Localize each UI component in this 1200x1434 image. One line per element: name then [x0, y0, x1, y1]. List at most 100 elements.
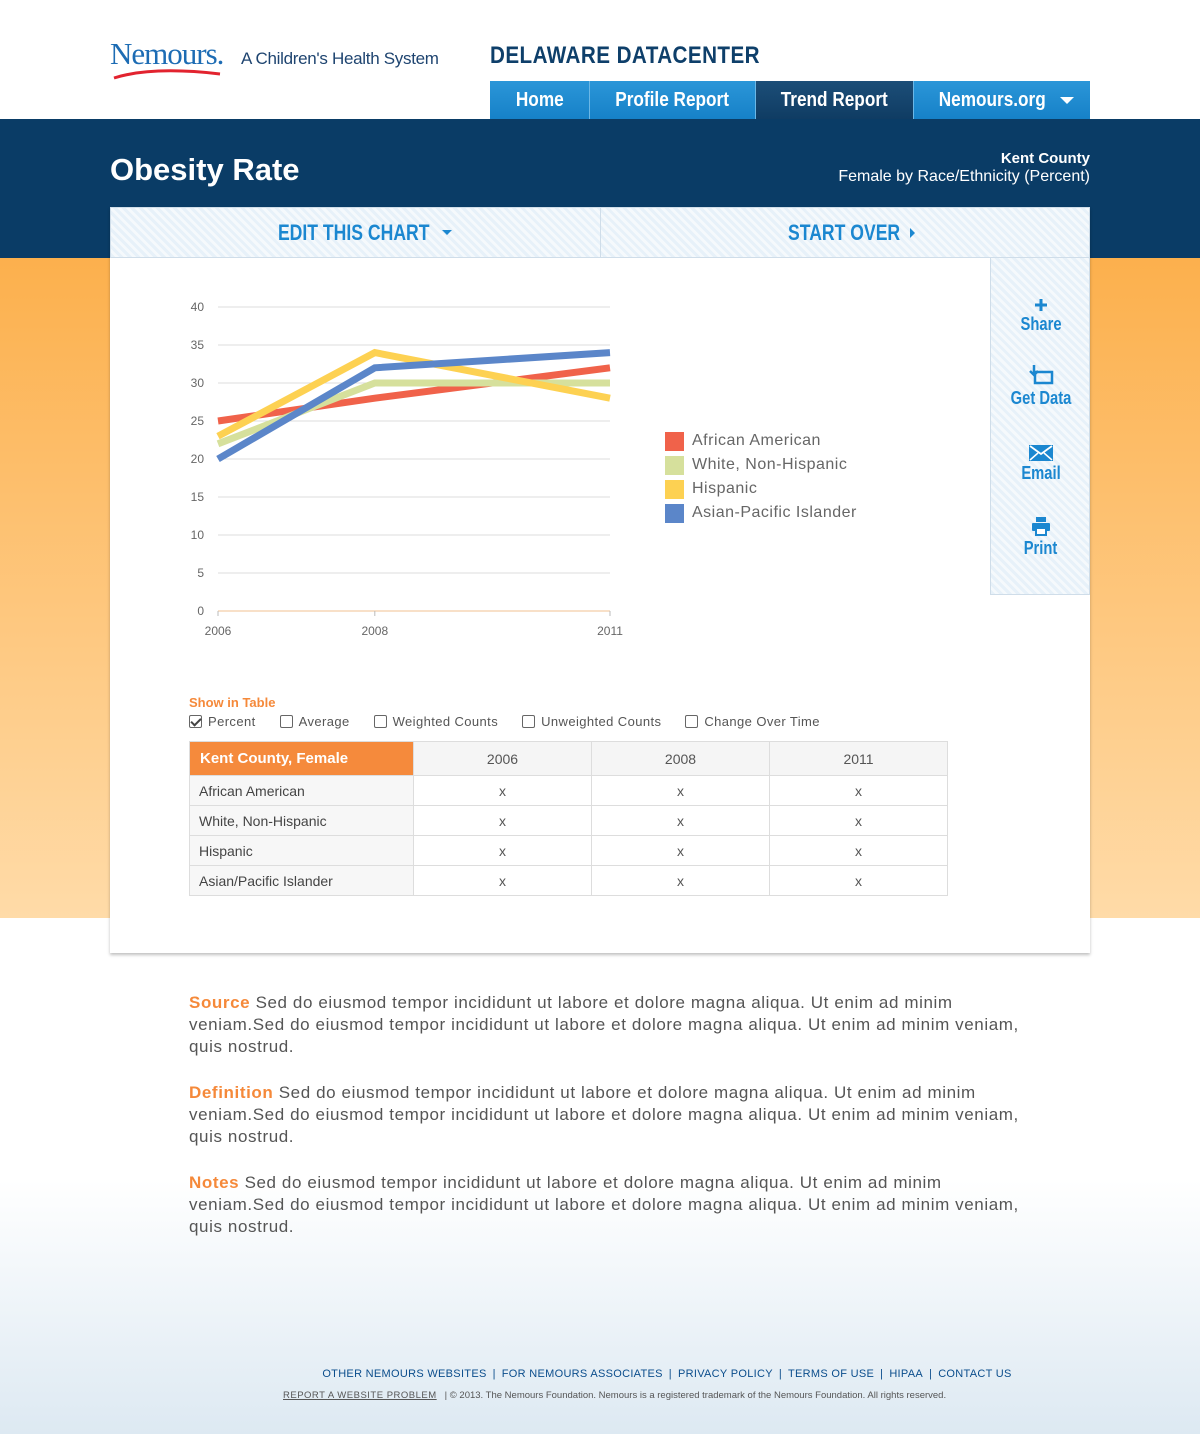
- x-tick-label: 2008: [361, 624, 388, 638]
- table-option-checkbox[interactable]: Percent: [189, 714, 256, 729]
- checkbox-box[interactable]: [189, 715, 202, 728]
- table-cell: x: [769, 865, 948, 896]
- legend-item: African American: [665, 429, 857, 453]
- table-option-checkbox[interactable]: Change Over Time: [685, 714, 820, 729]
- legend-swatch: [665, 503, 684, 523]
- envelope-icon: [1029, 445, 1053, 461]
- legend-label: Asian-Pacific Islander: [692, 504, 857, 521]
- nav-home[interactable]: Home: [490, 81, 590, 119]
- nav-profile-report-label: Profile Report: [615, 88, 730, 111]
- table-cell: x: [591, 865, 770, 896]
- notes-key: Notes: [189, 1173, 240, 1192]
- y-tick-label: 0: [197, 604, 204, 618]
- nav-trend-report-label: Trend Report: [780, 88, 889, 111]
- email-button[interactable]: Email: [991, 445, 1091, 484]
- footer-link-contact[interactable]: CONTACT US: [938, 1368, 1012, 1380]
- table-option-checkbox[interactable]: Unweighted Counts: [522, 714, 661, 729]
- y-tick-label: 30: [191, 376, 205, 390]
- copyright-text: | © 2013. The Nemours Foundation. Nemour…: [444, 1390, 947, 1401]
- table-cell: x: [769, 835, 948, 866]
- site-title: DELAWARE DATACENTER: [490, 42, 760, 69]
- chevron-down-icon: [1060, 96, 1075, 104]
- main-nav: Home Profile Report Trend Report Nemours…: [490, 81, 1090, 119]
- nav-nemours-org-label: Nemours.org: [938, 88, 1046, 111]
- table-cell: x: [413, 835, 592, 866]
- report-problem-link[interactable]: REPORT A WEBSITE PROBLEM: [283, 1390, 437, 1401]
- table-cell: x: [413, 775, 592, 806]
- show-in-table-label: Show in Table: [189, 695, 276, 710]
- notes-section: Source Sed do eiusmod tempor incididunt …: [189, 992, 1029, 1262]
- y-tick-label: 10: [191, 528, 205, 542]
- notes-text: Sed do eiusmod tempor incididunt ut labo…: [189, 1173, 1019, 1236]
- column-header: 2011: [769, 741, 948, 776]
- footer-link-associates[interactable]: FOR NEMOURS ASSOCIATES: [502, 1368, 663, 1380]
- checkbox-label: Change Over Time: [704, 714, 820, 729]
- checkbox-box[interactable]: [522, 715, 536, 728]
- page-title: Obesity Rate: [110, 152, 300, 187]
- footer-copyright: REPORT A WEBSITE PROBLEM | © 2013. The Ne…: [283, 1390, 946, 1401]
- checkbox-box[interactable]: [685, 715, 699, 728]
- footer-link-hipaa[interactable]: HIPAA: [889, 1368, 923, 1380]
- table-row: White, Non-Hispanic x x x: [189, 805, 948, 836]
- legend-swatch: [665, 479, 684, 499]
- edit-chart-button[interactable]: EDIT THIS CHART: [111, 208, 600, 257]
- start-over-button[interactable]: START OVER: [599, 208, 1090, 257]
- checkbox-label: Weighted Counts: [392, 714, 499, 729]
- y-tick-label: 5: [197, 566, 204, 580]
- checkbox-label: Percent: [208, 714, 256, 729]
- nemours-logo[interactable]: Nemours. A Children's Health System: [110, 38, 439, 82]
- email-label: Email: [1021, 463, 1061, 483]
- legend-label: White, Non-Hispanic: [692, 456, 848, 473]
- footer-link-terms[interactable]: TERMS OF USE: [788, 1368, 874, 1380]
- y-tick-label: 20: [191, 452, 205, 466]
- footer-link-privacy[interactable]: PRIVACY POLICY: [678, 1368, 773, 1380]
- download-data-icon: [1029, 365, 1054, 385]
- definition-key: Definition: [189, 1083, 274, 1102]
- nav-nemours-org[interactable]: Nemours.org: [914, 81, 1090, 119]
- column-header: 2008: [591, 741, 770, 776]
- chart-legend: African American White, Non-Hispanic Hispa…: [665, 429, 857, 525]
- edit-chart-label: EDIT THIS CHART: [277, 219, 430, 245]
- county-name: Kent County: [1000, 150, 1090, 167]
- checkbox-label: Unweighted Counts: [541, 714, 662, 729]
- legend-item: Asian-Pacific Islander: [665, 501, 857, 525]
- chart-card: EDIT THIS CHART START OVER Share Get Dat…: [110, 207, 1090, 953]
- column-header: 2006: [413, 741, 592, 776]
- site-header: Nemours. A Children's Health System DELA…: [0, 0, 1200, 119]
- share-label: Share: [1020, 314, 1062, 334]
- checkbox-box[interactable]: [279, 715, 293, 728]
- table-row: Hispanic x x x: [189, 835, 948, 866]
- print-button[interactable]: Print: [991, 516, 1091, 559]
- plus-icon: [1035, 299, 1047, 311]
- get-data-button[interactable]: Get Data: [991, 364, 1091, 409]
- logo-wordmark: Nemours.: [110, 36, 224, 71]
- footer-link-other-websites[interactable]: OTHER NEMOURS WEBSITES: [322, 1368, 486, 1380]
- legend-swatch: [665, 431, 684, 451]
- nav-home-label: Home: [515, 88, 564, 111]
- logo-mark: Nemours.: [110, 38, 225, 82]
- nav-profile-report[interactable]: Profile Report: [590, 81, 756, 119]
- table-option-checkbox[interactable]: Average: [279, 714, 350, 729]
- x-tick-label: 2006: [205, 624, 232, 638]
- printer-icon: [1032, 517, 1050, 536]
- table-cell: x: [591, 775, 770, 806]
- nav-trend-report[interactable]: Trend Report: [756, 81, 914, 119]
- table-row: African American x x x: [189, 775, 948, 806]
- legend-label: African American: [692, 432, 821, 449]
- source-note: Source Sed do eiusmod tempor incididunt …: [189, 992, 1029, 1058]
- table-option-checkbox[interactable]: Weighted Counts: [373, 714, 499, 729]
- get-data-label: Get Data: [1010, 388, 1072, 408]
- table-cell: x: [413, 865, 592, 896]
- footer-links: OTHER NEMOURS WEBSITES | FOR NEMOURS ASSOC…: [322, 1368, 1012, 1380]
- checkbox-box[interactable]: [373, 715, 387, 728]
- table-cell: x: [413, 805, 592, 836]
- start-over-label: START OVER: [788, 219, 901, 245]
- table-corner-header: Kent County, Female: [189, 741, 414, 776]
- y-tick-label: 15: [191, 490, 205, 504]
- legend-item: Hispanic: [665, 477, 857, 501]
- logo-tagline: A Children's Health System: [241, 49, 439, 68]
- print-label: Print: [1024, 538, 1058, 558]
- share-button[interactable]: Share: [991, 298, 1091, 335]
- notes-note: Notes Sed do eiusmod tempor incididunt u…: [189, 1172, 1029, 1238]
- caret-right-icon: [910, 227, 916, 238]
